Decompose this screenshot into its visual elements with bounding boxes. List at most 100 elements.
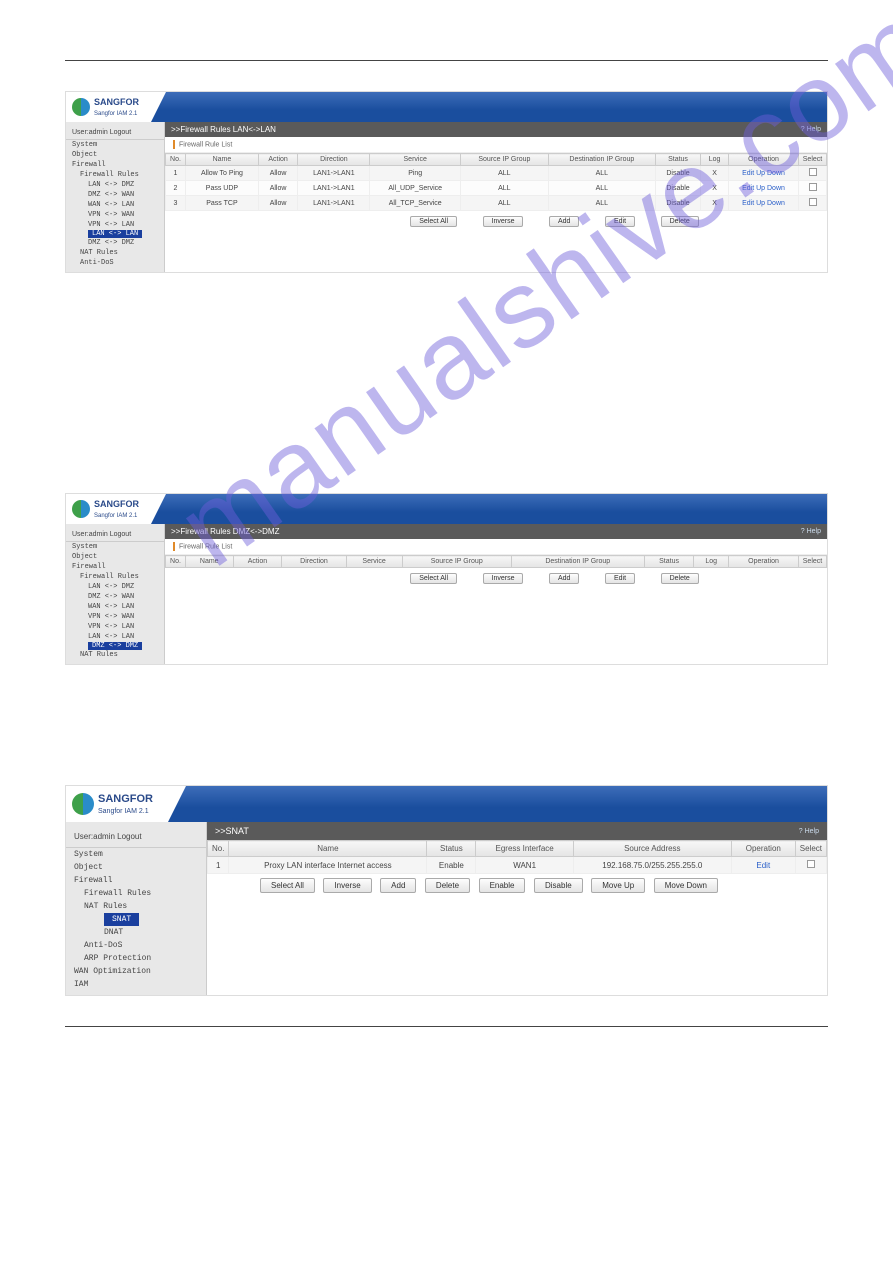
nav-vpn-wan[interactable]: VPN <-> WAN [66,612,164,622]
nav-anti-dos[interactable]: Anti-DoS [66,939,206,952]
down-link[interactable]: Down [767,185,785,192]
nav-firewall-rules[interactable]: Firewall Rules [66,572,164,582]
nav-lan-dmz[interactable]: LAN <-> DMZ [66,582,164,592]
user-bar[interactable]: User:admin Logout [66,126,164,140]
inverse-button[interactable]: Inverse [323,878,371,893]
inverse-button[interactable]: Inverse [483,216,524,227]
select-all-button[interactable]: Select All [410,573,457,584]
up-link[interactable]: Up [756,185,765,192]
nav-vpn-wan[interactable]: VPN <-> WAN [66,210,164,220]
col-log: Log [701,154,729,166]
topbar: SANGFORSangfor IAM 2.1 [66,494,827,524]
breadcrumb-title: >>SNAT [215,826,249,836]
nav-nat-rules[interactable]: NAT Rules [66,650,164,660]
up-link[interactable]: Up [756,170,765,177]
moveup-button[interactable]: Move Up [591,878,645,893]
movedown-button[interactable]: Move Down [654,878,718,893]
nav-anti-dos[interactable]: Anti-DoS [66,258,164,268]
nav-dmz-dmz[interactable]: DMZ <-> DMZ [66,238,164,248]
delete-button[interactable]: Delete [425,878,470,893]
brand-name: SANGFOR [94,97,139,107]
list-header: Firewall Rule List [165,539,827,555]
nav-nat-rules[interactable]: NAT Rules [66,248,164,258]
nav-wan-lan[interactable]: WAN <-> LAN [66,200,164,210]
nav-system[interactable]: System [66,848,206,861]
col-op: Operation [729,154,799,166]
row-checkbox[interactable] [809,168,817,176]
nav-wan-lan[interactable]: WAN <-> LAN [66,602,164,612]
nav-system[interactable]: System [66,542,164,552]
list-header: Firewall Rule List [165,137,827,153]
select-all-button[interactable]: Select All [260,878,315,893]
delete-button[interactable]: Delete [661,216,699,227]
help-link[interactable]: ? Help [801,528,821,535]
col-status: Status [655,154,700,166]
user-bar[interactable]: User:admin Logout [66,826,206,848]
edit-button[interactable]: Edit [605,573,635,584]
edit-link[interactable]: Edit [756,861,770,870]
add-button[interactable]: Add [549,216,579,227]
nav-lan-lan-active[interactable]: LAN <-> LAN [88,230,142,238]
nav-object[interactable]: Object [66,552,164,562]
row-checkbox[interactable] [809,198,817,206]
nav-firewall-rules[interactable]: Firewall Rules [66,170,164,180]
edit-link[interactable]: Edit [742,200,754,207]
nav-snat-active[interactable]: SNAT [104,913,139,926]
main-content: >>SNAT ? Help No. Name Status Egress Int… [206,822,827,995]
enable-button[interactable]: Enable [479,878,526,893]
delete-button[interactable]: Delete [661,573,699,584]
breadcrumb-title: >>Firewall Rules LAN<->LAN [171,125,276,134]
panel-lan-lan: SANGFORSangfor IAM 2.1 User:admin Logout… [65,91,828,273]
nav-arp[interactable]: ARP Protection [66,952,206,965]
help-link[interactable]: ? Help [799,828,819,835]
col-name: Name [186,154,259,166]
nav-vpn-lan[interactable]: VPN <-> LAN [66,220,164,230]
down-link[interactable]: Down [767,200,785,207]
sidebar: User:admin Logout System Object Firewall… [66,822,206,995]
user-bar[interactable]: User:admin Logout [66,528,164,542]
nav-dmz-wan[interactable]: DMZ <-> WAN [66,190,164,200]
up-link[interactable]: Up [756,200,765,207]
add-button[interactable]: Add [549,573,579,584]
sidebar: User:admin Logout System Object Firewall… [66,524,164,664]
op-cell: Edit Up Down [729,166,799,181]
inverse-button[interactable]: Inverse [483,573,524,584]
col-action: Action [258,154,297,166]
add-button[interactable]: Add [380,878,416,893]
nav-dmz-dmz-active[interactable]: DMZ <-> DMZ [88,642,142,650]
button-row: Select All Inverse Add Edit Delete [165,211,827,231]
nav-object[interactable]: Object [66,150,164,160]
nav-nat-rules[interactable]: NAT Rules [66,900,206,913]
logo-icon [72,98,90,116]
edit-link[interactable]: Edit [742,185,754,192]
nav-system[interactable]: System [66,140,164,150]
brand: SANGFORSangfor IAM 2.1 [66,92,166,122]
nav-dmz-wan[interactable]: DMZ <-> WAN [66,592,164,602]
disable-button[interactable]: Disable [534,878,583,893]
nav-lan-lan[interactable]: LAN <-> LAN [66,632,164,642]
topbar: SANGFORSangfor IAM 2.1 [66,786,827,822]
nav-wan-opt[interactable]: WAN Optimization [66,965,206,978]
rules-table: No. Name Action Direction Service Source… [165,555,827,568]
help-link[interactable]: ? Help [801,126,821,133]
nav-dnat[interactable]: DNAT [66,926,206,939]
select-all-button[interactable]: Select All [410,216,457,227]
nav-lan-dmz[interactable]: LAN <-> DMZ [66,180,164,190]
edit-button[interactable]: Edit [605,216,635,227]
down-link[interactable]: Down [767,170,785,177]
nav-vpn-lan[interactable]: VPN <-> LAN [66,622,164,632]
nav-firewall[interactable]: Firewall [66,160,164,170]
nav-object[interactable]: Object [66,861,206,874]
row-checkbox[interactable] [809,183,817,191]
nav-firewall[interactable]: Firewall [66,874,206,887]
button-row: Select All Inverse Add Edit Delete [165,568,827,588]
row-checkbox[interactable] [807,860,815,868]
help-icon: ? [801,126,805,133]
nav-firewall[interactable]: Firewall [66,562,164,572]
rules-table: No. Name Action Direction Service Source… [165,153,827,211]
nav-firewall-rules[interactable]: Firewall Rules [66,887,206,900]
col-no: No. [166,154,186,166]
edit-link[interactable]: Edit [742,170,754,177]
nav-iam[interactable]: IAM [66,978,206,991]
snat-table: No. Name Status Egress Interface Source … [207,840,827,874]
